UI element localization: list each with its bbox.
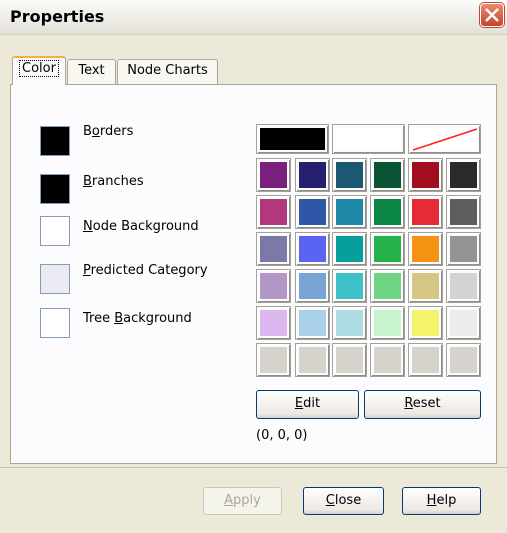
palette-swatch-r1-c5[interactable]	[408, 158, 443, 192]
borders-label: Borders	[83, 124, 134, 139]
palette-swatch-r6-c5[interactable]	[408, 343, 443, 377]
palette-swatch-r3-c3[interactable]	[332, 232, 367, 266]
palette-swatch-r5-c6[interactable]	[446, 306, 481, 340]
node-background-label: Node Background	[83, 219, 199, 234]
tree-background-color-swatch[interactable]	[40, 308, 70, 338]
tab-node-charts[interactable]: Node Charts	[117, 59, 218, 84]
palette-swatch-r3-c4[interactable]	[370, 232, 405, 266]
button-separator	[0, 467, 507, 468]
palette-swatch-r3-c5[interactable]	[408, 232, 443, 266]
palette-swatch-r2-c2[interactable]	[295, 195, 330, 229]
palette-swatch-r6-c2[interactable]	[295, 343, 330, 377]
palette-swatch-r1-c2[interactable]	[295, 158, 330, 192]
branches-color-swatch[interactable]	[40, 174, 70, 204]
help-button[interactable]: Help	[402, 487, 481, 515]
palette-swatch-r5-c4[interactable]	[370, 306, 405, 340]
close-window-button[interactable]	[480, 3, 504, 27]
palette-swatch-r3-c6[interactable]	[446, 232, 481, 266]
palette-swatch-r1-c4[interactable]	[370, 158, 405, 192]
tab-text[interactable]: Text	[67, 59, 116, 84]
palette-swatch-r6-c3[interactable]	[332, 343, 367, 377]
palette-swatch-r5-c1[interactable]	[256, 306, 291, 340]
palette-swatch-r2-c3[interactable]	[332, 195, 367, 229]
palette-swatch-r2-c4[interactable]	[370, 195, 405, 229]
apply-button[interactable]: Apply	[203, 487, 282, 515]
palette-swatch-r6-c4[interactable]	[370, 343, 405, 377]
palette-swatch-r4-c3[interactable]	[332, 269, 367, 303]
palette-swatch-r2-c1[interactable]	[256, 195, 291, 229]
palette-top-swatch-3[interactable]	[408, 124, 481, 154]
palette-swatch-r1-c6[interactable]	[446, 158, 481, 192]
palette-swatch-r4-c6[interactable]	[446, 269, 481, 303]
palette-swatch-r5-c5[interactable]	[408, 306, 443, 340]
palette-swatch-r4-c2[interactable]	[295, 269, 330, 303]
palette-swatch-r5-c3[interactable]	[332, 306, 367, 340]
palette-swatch-r6-c6[interactable]	[446, 343, 481, 377]
predicted-category-color-swatch[interactable]	[40, 264, 70, 294]
palette-swatch-r5-c2[interactable]	[295, 306, 330, 340]
close-x-icon	[485, 8, 499, 22]
palette-swatch-r4-c5[interactable]	[408, 269, 443, 303]
title-bar: Properties	[0, 0, 507, 35]
palette-swatch-r3-c1[interactable]	[256, 232, 291, 266]
palette-swatch-r4-c1[interactable]	[256, 269, 291, 303]
palette-swatch-r3-c2[interactable]	[295, 232, 330, 266]
dialog-title: Properties	[10, 7, 105, 26]
palette-swatch-r6-c1[interactable]	[256, 343, 291, 377]
close-button[interactable]: Close	[303, 487, 384, 515]
tree-background-label: Tree Background	[83, 311, 192, 326]
predicted-category-label: Predicted Category	[83, 263, 208, 278]
palette-swatch-r2-c6[interactable]	[446, 195, 481, 229]
branches-label: Branches	[83, 174, 144, 189]
diagonal-line-icon	[412, 128, 478, 151]
tab-color[interactable]: Color	[12, 56, 66, 85]
palette-top-swatch-2[interactable]	[332, 124, 405, 154]
palette-swatch-r4-c4[interactable]	[370, 269, 405, 303]
reset-button[interactable]: Reset	[364, 390, 481, 419]
palette-swatch-r1-c1[interactable]	[256, 158, 291, 192]
palette-top-swatch-1[interactable]	[256, 124, 329, 154]
edit-button[interactable]: Edit	[256, 390, 359, 419]
palette-swatch-r1-c3[interactable]	[332, 158, 367, 192]
palette-swatch-r2-c5[interactable]	[408, 195, 443, 229]
borders-color-swatch[interactable]	[40, 126, 70, 156]
node-background-color-swatch[interactable]	[40, 216, 70, 246]
rgb-readout: (0, 0, 0)	[256, 428, 308, 443]
